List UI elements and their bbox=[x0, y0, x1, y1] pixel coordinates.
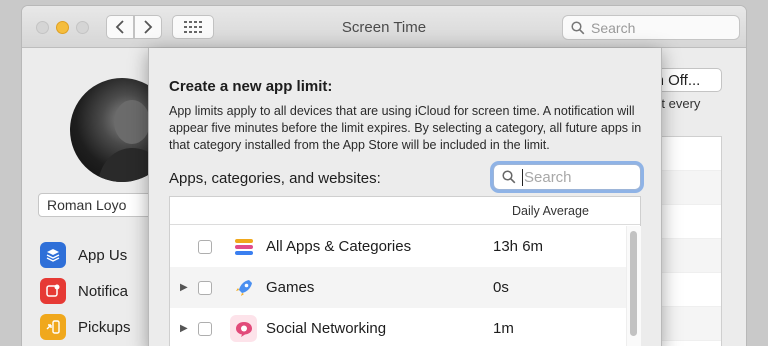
daily-average-column-header[interactable]: Daily Average bbox=[512, 204, 589, 218]
row-app-name: Games bbox=[266, 279, 315, 296]
table-row[interactable]: ▶ Social Networking 1m bbox=[170, 308, 626, 346]
toolbar-search-field[interactable]: Search bbox=[562, 15, 740, 40]
sidebar-item-notifications[interactable]: Notifica bbox=[40, 278, 128, 304]
apps-search-field[interactable] bbox=[493, 164, 641, 190]
row-checkbox[interactable] bbox=[198, 280, 212, 295]
row-checkbox[interactable] bbox=[198, 321, 212, 336]
notification-icon bbox=[40, 278, 66, 304]
toolbar-search-placeholder: Search bbox=[591, 19, 636, 36]
table-row[interactable]: ▶ Games 0s bbox=[170, 267, 626, 308]
layers-icon bbox=[40, 242, 66, 268]
title-bar: Screen Time Search bbox=[22, 6, 746, 48]
search-icon bbox=[571, 20, 585, 34]
screen-time-window: Screen Time Search Roman Loyo App Us Not… bbox=[22, 6, 746, 346]
apps-list-label: Apps, categories, and websites: bbox=[169, 170, 381, 187]
sidebar-item-pickups[interactable]: Pickups bbox=[40, 314, 131, 340]
rocket-icon bbox=[230, 274, 257, 301]
social-icon bbox=[230, 315, 257, 342]
row-daily-average: 0s bbox=[493, 279, 509, 296]
table-header: Daily Average bbox=[170, 197, 640, 225]
sidebar-item-app-usage[interactable]: App Us bbox=[40, 242, 127, 268]
disclosure-triangle-icon[interactable]: ▶ bbox=[180, 282, 188, 293]
sidebar-item-label: Notifica bbox=[78, 282, 129, 300]
sheet-description: App limits apply to all devices that are… bbox=[169, 104, 642, 152]
sheet-title: Create a new app limit: bbox=[169, 78, 333, 95]
app-limit-sheet: Create a new app limit: App limits apply… bbox=[148, 48, 662, 346]
sidebar-item-label: App Us bbox=[78, 246, 128, 264]
row-daily-average: 1m bbox=[493, 320, 514, 337]
apps-table: Daily Average All Apps & Categories 13h … bbox=[169, 196, 641, 346]
row-app-name: All Apps & Categories bbox=[266, 238, 412, 255]
pickup-icon bbox=[40, 314, 66, 340]
search-icon bbox=[502, 170, 516, 184]
apps-search-input[interactable] bbox=[522, 168, 632, 186]
disclosure-triangle-icon[interactable]: ▶ bbox=[180, 323, 188, 334]
sidebar-item-label: Pickups bbox=[78, 318, 131, 336]
row-checkbox[interactable] bbox=[198, 239, 212, 254]
row-daily-average: 13h 6m bbox=[493, 238, 544, 255]
all-apps-icon bbox=[230, 233, 257, 260]
row-app-name: Social Networking bbox=[266, 320, 387, 337]
table-row[interactable]: All Apps & Categories 13h 6m bbox=[170, 226, 626, 267]
scrollbar-thumb[interactable] bbox=[630, 231, 637, 336]
